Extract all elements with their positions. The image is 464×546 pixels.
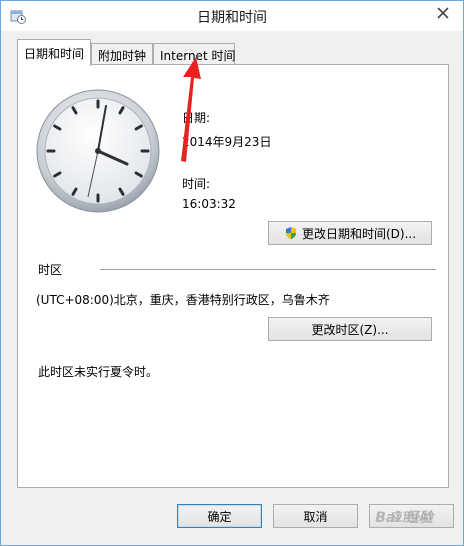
timezone-heading: 时区 bbox=[38, 263, 63, 277]
shield-icon bbox=[285, 227, 296, 239]
tab-additional-clocks[interactable]: 附加时钟 bbox=[91, 43, 153, 65]
timezone-value: (UTC+08:00)北京，重庆，香港特别行政区，乌鲁木齐 bbox=[36, 293, 330, 307]
datetime-dialog: 日期和时间 日期和时间 附加时钟 Internet 时间 日期: 2014年9月… bbox=[0, 0, 464, 546]
watermark: Bai 经验 bbox=[375, 510, 433, 526]
tab-date-time[interactable]: 日期和时间 bbox=[17, 39, 91, 66]
change-timezone-button[interactable]: 更改时区(Z)... bbox=[268, 317, 432, 341]
cancel-button[interactable]: 取消 bbox=[273, 504, 358, 528]
window-title: 日期和时间 bbox=[197, 10, 267, 26]
tab-panel: 日期: 2014年9月23日 时间: 16:03:32 更改日期和时间(D)..… bbox=[17, 64, 449, 488]
timezone-divider bbox=[100, 269, 436, 270]
ok-button[interactable]: 确定 bbox=[177, 504, 262, 528]
dst-note: 此时区未实行夏令时。 bbox=[38, 365, 159, 379]
annotation-arrow bbox=[181, 57, 201, 162]
close-button[interactable] bbox=[429, 2, 457, 23]
time-value: 16:03:32 bbox=[182, 197, 236, 211]
change-datetime-button[interactable]: 更改日期和时间(D)... bbox=[268, 221, 432, 245]
time-label: 时间: bbox=[182, 177, 211, 191]
title-bar: 日期和时间 bbox=[1, 1, 463, 31]
analog-clock-icon bbox=[36, 89, 160, 213]
close-icon bbox=[437, 6, 449, 19]
change-datetime-label: 更改日期和时间(D)... bbox=[301, 226, 417, 241]
